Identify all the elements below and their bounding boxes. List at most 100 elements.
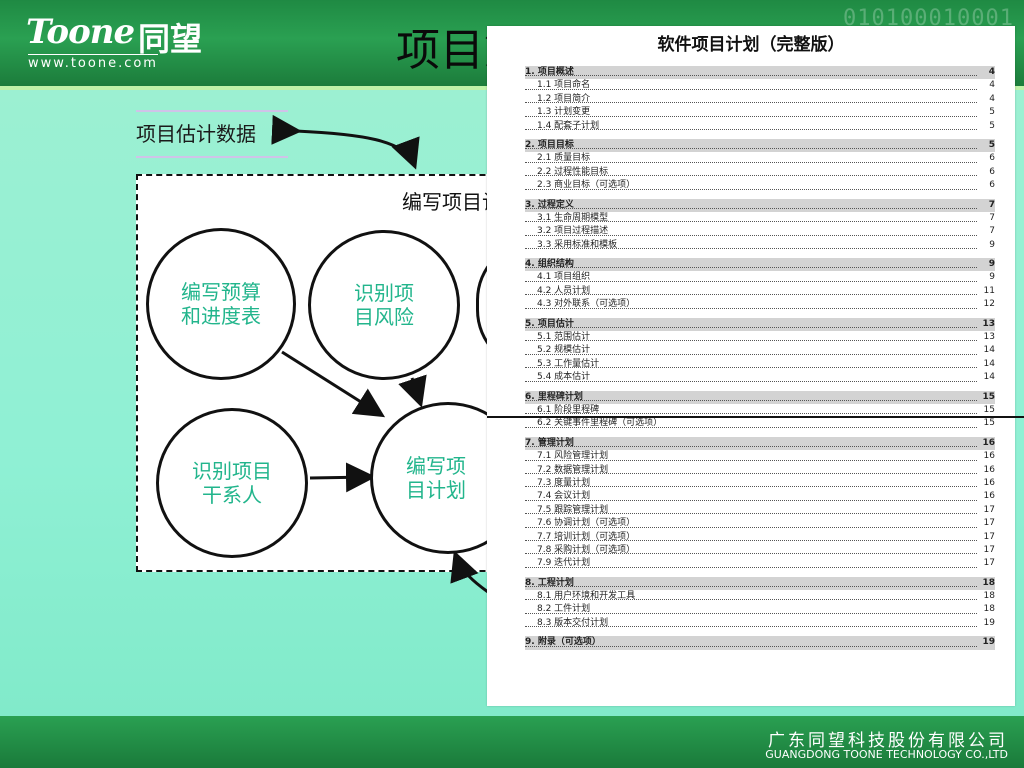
toc-entry: 7.6 协调计划（可选项） 17 (525, 517, 995, 530)
toc-entry: 8.3 版本交付计划 19 (525, 617, 995, 630)
toc-entry: 5.3 工作量估计 14 (525, 358, 995, 371)
toc-entry: 7.7 培训计划（可选项） 17 (525, 531, 995, 544)
toc-entry-page: 6 (989, 153, 995, 164)
toc-entry-text: 2. 项目目标 (525, 139, 574, 150)
node-label: 干系人 (202, 483, 262, 507)
toc-entry-text: 4. 组织结构 (525, 259, 574, 270)
budget-schedule-node: 编写预算 和进度表 (146, 228, 296, 380)
toc-entry-text: 3.3 采用标准和模板 (537, 239, 618, 250)
toc-entry: 7.8 采购计划（可选项） 17 (525, 544, 995, 557)
toc-entry: 2.1 质量目标 6 (525, 152, 995, 165)
risk-to-plan-arrow (398, 374, 427, 408)
toc-entry-text: 3.1 生命周期模型 (537, 212, 609, 223)
toc-entry: 4.3 对外联系（可选项） 12 (525, 298, 995, 311)
toc-entry-text: 5.2 规模估计 (537, 345, 591, 356)
toc-entry-page: 15 (982, 390, 995, 404)
document-title: 软件项目计划（完整版） (657, 35, 845, 55)
toc-entry-page: 18 (983, 604, 995, 615)
node-label: 和进度表 (181, 304, 261, 328)
toc-entry-page: 17 (983, 504, 995, 515)
toc-entry-page: 14 (983, 372, 995, 383)
toc-entry: 6.2 关键事件里程碑（可选项） 15 (525, 417, 995, 430)
toc-entry-page: 14 (983, 345, 995, 356)
toc-entry-page: 13 (983, 332, 995, 343)
toc-entry: 4.2 人员计划 11 (525, 285, 995, 298)
risk-node: 识别项 目风险 (308, 230, 460, 380)
toc-entry: 7.3 度量计划 16 (525, 477, 995, 490)
toc-entry-text: 8.3 版本交付计划 (537, 617, 609, 628)
toc-entry-page: 5 (988, 138, 995, 153)
table-of-contents: 1. 项目概述 4 1.1 项目命名 4 1.2 项目简介 4 1.3 计划变更 5 1.4 配… (525, 60, 995, 650)
toc-entry-page: 16 (983, 477, 995, 488)
toc-entry-text: 8.2 工件计划 (537, 604, 591, 615)
toc-entry: 1. 项目概述 4 (525, 66, 995, 80)
toc-entry-text: 6. 里程碑计划 (525, 391, 583, 402)
toc-entry: 4.1 项目组织 9 (525, 271, 995, 284)
toc-entry: 5. 项目估计 13 (525, 317, 995, 332)
toc-entry-page: 9 (989, 272, 995, 283)
toc-entry-page: 16 (983, 464, 995, 475)
node-label: 目计划 (406, 478, 466, 502)
toc-entry-page: 17 (983, 531, 995, 542)
toc-entry-text: 2.1 质量目标 (537, 153, 591, 164)
plan-document-overlay: 软件项目计划（完整版） 1. 项目概述 4 1.1 项目命名 4 1.2 项目简介 4 1.… (487, 26, 1015, 706)
toc-entry-page: 15 (983, 418, 995, 429)
toc-entry-page: 4 (989, 93, 995, 104)
toc-entry-text: 7.6 协调计划（可选项） (537, 518, 636, 529)
toc-entry: 3.2 项目过程描述 7 (525, 225, 995, 238)
toc-entry-page: 18 (983, 591, 995, 602)
toc-entry-page: 11 (983, 285, 995, 296)
footer-bar: 广东同望科技股份有限公司 GUANGDONG TOONE TECHNOLOGY … (0, 716, 1024, 768)
company-name-en: GUANGDONG TOONE TECHNOLOGY CO.,LTD (765, 748, 1008, 761)
toc-entry-text: 8.1 用户环境和开发工具 (537, 591, 636, 602)
toc-entry: 3.1 生命周期模型 7 (525, 212, 995, 225)
toc-entry-text: 1.3 计划变更 (537, 107, 591, 118)
toc-entry-page: 16 (982, 436, 995, 451)
stakeholders-node: 识别项目 干系人 (156, 408, 308, 558)
toc-entry: 7.2 数据管理计划 16 (525, 464, 995, 477)
toc-entry-page: 19 (982, 636, 995, 650)
toc-entry-text: 7.4 会议计划 (537, 491, 591, 502)
toc-entry-page: 18 (982, 576, 995, 591)
toc-entry-text: 7.8 采购计划（可选项） (537, 544, 636, 555)
toc-entry: 5.2 规模估计 14 (525, 344, 995, 357)
toc-entry: 7.1 风险管理计划 16 (525, 450, 995, 463)
toc-entry: 7. 管理计划 16 (525, 436, 995, 451)
toc-entry-text: 3.2 项目过程描述 (537, 226, 609, 237)
toc-entry-text: 5.3 工作量估计 (537, 358, 600, 369)
toc-entry: 1.3 计划变更 5 (525, 106, 995, 119)
toc-entry-text: 7.2 数据管理计划 (537, 464, 609, 475)
toc-entry: 8.1 用户环境和开发工具 18 (525, 590, 995, 603)
toc-entry: 1.2 项目简介 4 (525, 93, 995, 106)
node-label: 编写项 (406, 454, 466, 478)
toc-entry-text: 9. 附录（可选项） (525, 637, 601, 648)
toc-entry-text: 4.3 对外联系（可选项） (537, 299, 636, 310)
toc-entry-text: 7.9 迭代计划 (537, 558, 591, 569)
toc-entry-text: 7.1 风险管理计划 (537, 451, 609, 462)
toc-entry-text: 5. 项目估计 (525, 318, 574, 329)
toc-entry-text: 1.2 项目简介 (537, 93, 591, 104)
toc-entry-page: 4 (988, 66, 995, 80)
toc-entry: 7.5 跟踪管理计划 17 (525, 504, 995, 517)
feedback-arrow (450, 550, 489, 594)
toc-entry-page: 5 (989, 107, 995, 118)
toc-entry-text: 7. 管理计划 (525, 437, 574, 448)
toc-entry-page: 9 (988, 258, 995, 272)
toc-entry-page: 12 (983, 299, 995, 310)
node-label: 识别项目 (192, 459, 272, 483)
toc-entry: 9. 附录（可选项） 19 (525, 636, 995, 650)
toc-entry-page: 16 (983, 451, 995, 462)
toc-entry-text: 7.3 度量计划 (537, 477, 591, 488)
divider-line (487, 416, 1024, 418)
toc-entry-text: 4.1 项目组织 (537, 272, 591, 283)
toc-entry: 8. 工程计划 18 (525, 576, 995, 591)
toc-entry: 3.3 采用标准和模板 9 (525, 239, 995, 252)
toc-entry-text: 6.2 关键事件里程碑（可选项） (537, 418, 663, 429)
toc-entry-text: 1.1 项目命名 (537, 80, 591, 91)
toc-entry-page: 19 (983, 617, 995, 628)
toc-entry: 4. 组织结构 9 (525, 258, 995, 272)
toc-entry-text: 7.5 跟踪管理计划 (537, 504, 609, 515)
toc-entry-text: 5.4 成本估计 (537, 372, 591, 383)
toc-entry-page: 14 (983, 358, 995, 369)
toc-entry-text: 1.4 配套子计划 (537, 120, 600, 131)
